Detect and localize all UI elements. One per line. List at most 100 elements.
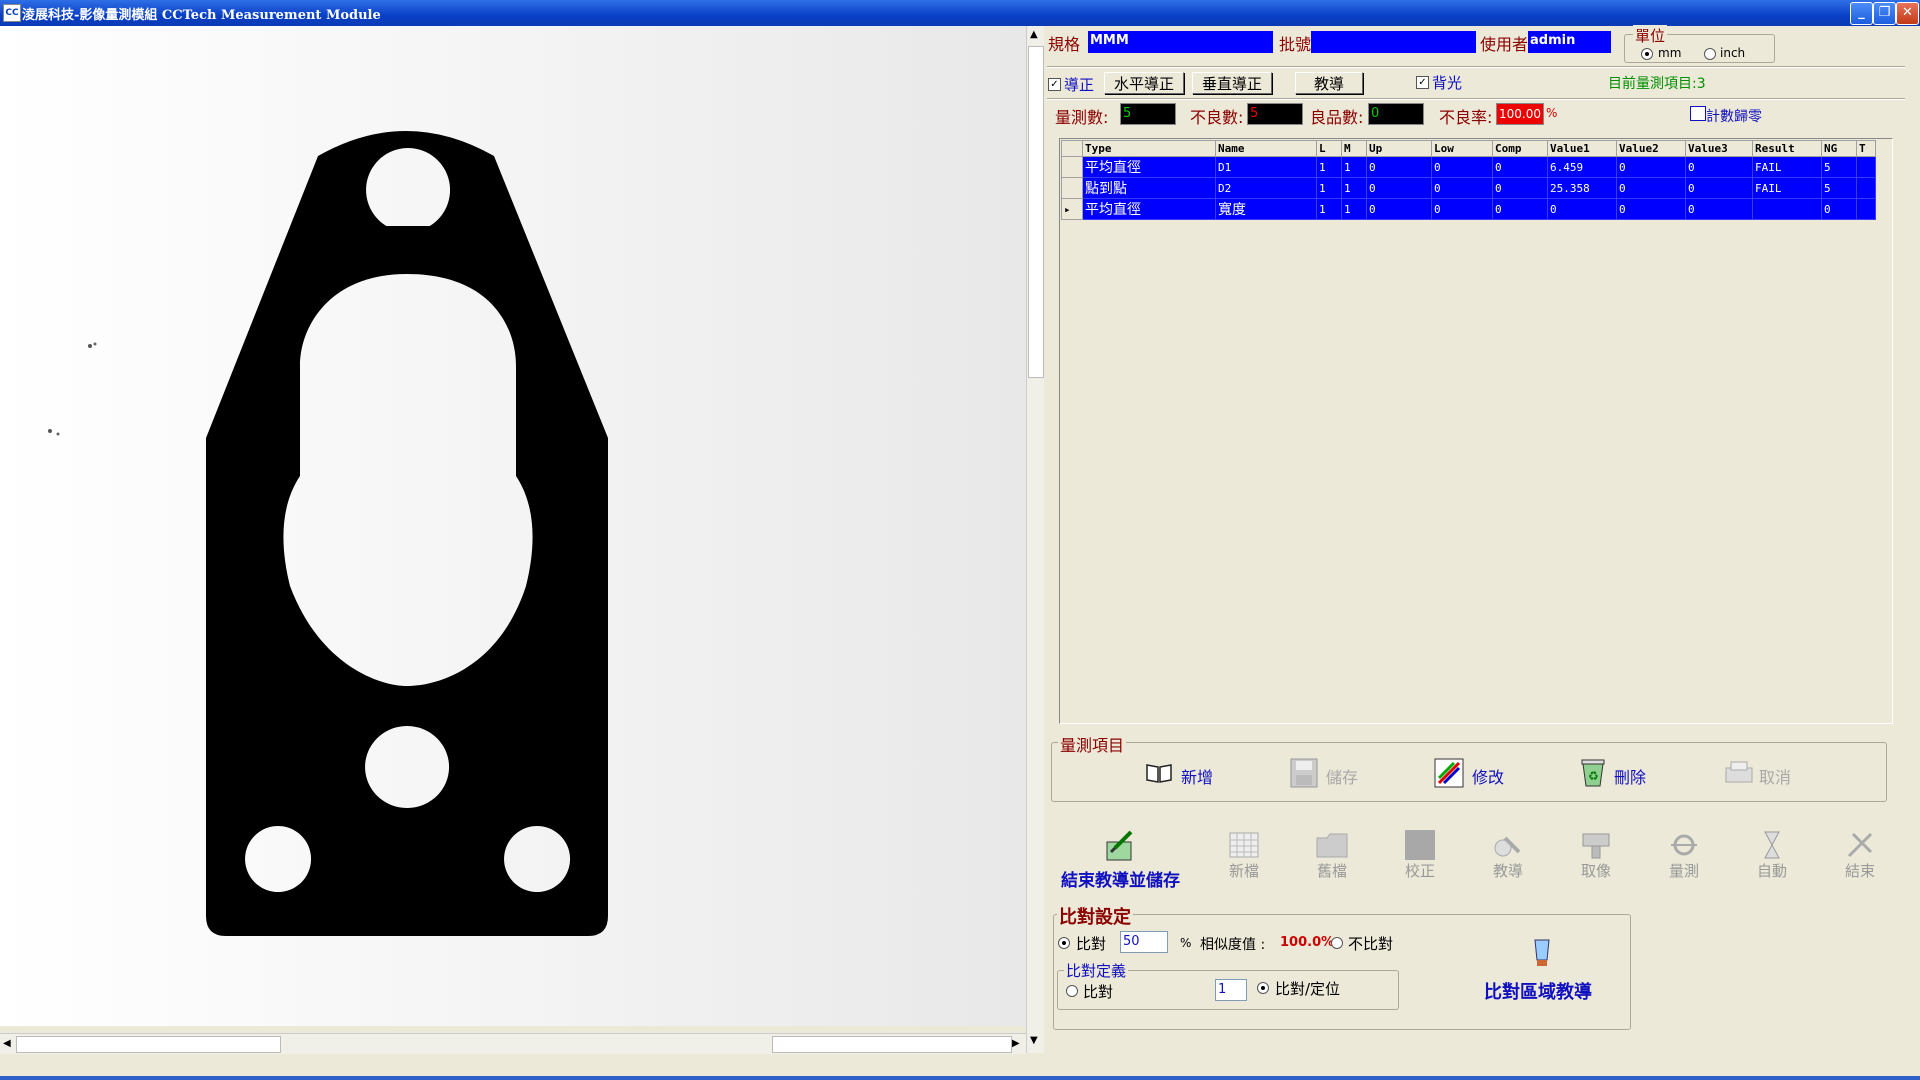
scroll-right-icon[interactable]: ▶: [1012, 1038, 1020, 1049]
define-compare-radio[interactable]: [1066, 985, 1078, 997]
measure-tool[interactable]: 量測: [1664, 830, 1704, 881]
measurement-grid[interactable]: Type Name L M Up Low Comp Value1 Value2 …: [1059, 138, 1893, 724]
col-name[interactable]: Name: [1215, 140, 1317, 157]
minimize-button[interactable]: _: [1850, 2, 1873, 25]
row-header[interactable]: [1061, 177, 1083, 199]
save-item-button[interactable]: 儲存: [1326, 764, 1358, 788]
scroll-down-icon[interactable]: ▼: [1030, 1035, 1038, 1046]
cell-type[interactable]: 點到點: [1082, 177, 1216, 199]
vertical-align-button[interactable]: 垂直導正: [1192, 72, 1272, 94]
reset-count-button[interactable]: 計數歸零: [1706, 106, 1762, 126]
cell-result[interactable]: FAIL: [1752, 156, 1822, 178]
measure-count-field[interactable]: 5: [1120, 103, 1176, 125]
col-value2[interactable]: Value2: [1616, 140, 1686, 157]
book-icon[interactable]: [1145, 762, 1173, 784]
horizontal-scroll-thumb[interactable]: [16, 1036, 281, 1053]
cell-comp[interactable]: 0: [1492, 198, 1548, 220]
end-teach-save-button[interactable]: 結束教導並儲存: [1061, 866, 1180, 891]
cell-m[interactable]: 1: [1341, 156, 1367, 178]
new-file-tool[interactable]: 新檔: [1224, 830, 1264, 881]
region-teach-button[interactable]: 比對區域教導: [1484, 978, 1592, 1004]
cell-result[interactable]: FAIL: [1752, 177, 1822, 199]
col-type[interactable]: Type: [1082, 140, 1216, 157]
cell-value1[interactable]: 25.358: [1547, 177, 1617, 199]
cell-ng[interactable]: 5: [1821, 156, 1857, 178]
col-t[interactable]: T: [1856, 140, 1876, 157]
table-row[interactable]: 點到點 D2 1 1 0 0 0 25.358 0 0 FAIL 5: [1061, 177, 1876, 199]
capture-tool[interactable]: 取像: [1576, 830, 1616, 881]
user-field[interactable]: admin: [1528, 31, 1611, 53]
cell-name[interactable]: D2: [1215, 177, 1317, 199]
col-value3[interactable]: Value3: [1685, 140, 1753, 157]
no-compare-radio[interactable]: [1331, 937, 1343, 949]
cell-value1[interactable]: 6.459: [1547, 156, 1617, 178]
end-teach-save-icon[interactable]: [1105, 830, 1135, 862]
col-l[interactable]: L: [1316, 140, 1342, 157]
cell-value2[interactable]: 0: [1616, 156, 1686, 178]
cell-low[interactable]: 0: [1431, 198, 1493, 220]
row-header[interactable]: [1061, 156, 1083, 178]
calibrate-tool[interactable]: 校正: [1400, 830, 1440, 881]
table-row[interactable]: 平均直徑 D1 1 1 0 0 0 6.459 0 0 FAIL 5: [1061, 156, 1876, 178]
image-viewer[interactable]: [0, 26, 1026, 1026]
old-file-tool[interactable]: 舊檔: [1312, 830, 1352, 881]
viewer-horizontal-scrollbar[interactable]: ◀ ▶: [0, 1033, 1026, 1054]
batch-field[interactable]: [1311, 31, 1476, 53]
delete-item-button[interactable]: 刪除: [1614, 764, 1646, 788]
cell-value3[interactable]: 0: [1685, 198, 1753, 220]
cell-t[interactable]: [1856, 177, 1876, 199]
region-teach-icon[interactable]: [1530, 938, 1554, 970]
cell-type[interactable]: 平均直徑: [1082, 198, 1216, 220]
cell-value3[interactable]: 0: [1685, 177, 1753, 199]
unit-mm-radio[interactable]: [1641, 48, 1653, 60]
cell-m[interactable]: 1: [1341, 177, 1367, 199]
col-value1[interactable]: Value1: [1547, 140, 1617, 157]
cell-low[interactable]: 0: [1431, 156, 1493, 178]
cell-value1[interactable]: 0: [1547, 198, 1617, 220]
exit-tool[interactable]: 結束: [1840, 830, 1880, 881]
col-result[interactable]: Result: [1752, 140, 1822, 157]
unit-inch-radio[interactable]: [1704, 48, 1716, 60]
recycle-bin-icon[interactable]: ♻: [1580, 758, 1606, 788]
teach-tool[interactable]: 教導: [1488, 830, 1528, 881]
horizontal-align-button[interactable]: 水平導正: [1104, 72, 1184, 94]
cell-type[interactable]: 平均直徑: [1082, 156, 1216, 178]
close-button[interactable]: ✕: [1896, 2, 1919, 25]
modify-pencils-icon[interactable]: [1434, 758, 1464, 788]
good-count-field[interactable]: 0: [1368, 103, 1424, 125]
vertical-scroll-thumb[interactable]: [1028, 46, 1044, 378]
cell-comp[interactable]: 0: [1492, 156, 1548, 178]
bad-rate-field[interactable]: 100.00: [1496, 103, 1544, 125]
scroll-up-icon[interactable]: ▲: [1030, 29, 1038, 40]
backlight-checkbox[interactable]: ✓: [1416, 76, 1429, 89]
modify-item-button[interactable]: 修改: [1472, 764, 1504, 788]
cell-comp[interactable]: 0: [1492, 177, 1548, 199]
maximize-button[interactable]: ❐: [1873, 2, 1896, 25]
cell-up[interactable]: 0: [1366, 177, 1432, 199]
align-checkbox[interactable]: ✓: [1048, 78, 1061, 91]
col-ng[interactable]: NG: [1821, 140, 1857, 157]
define-value-input[interactable]: 1: [1215, 979, 1247, 1001]
col-up[interactable]: Up: [1366, 140, 1432, 157]
cancel-item-button[interactable]: 取消: [1759, 764, 1791, 788]
cell-ng[interactable]: 0: [1821, 198, 1857, 220]
table-row[interactable]: ▸ 平均直徑 寬度 1 1 0 0 0 0 0 0 0: [1061, 198, 1876, 220]
col-low[interactable]: Low: [1431, 140, 1493, 157]
cell-name[interactable]: 寬度: [1215, 198, 1317, 220]
cell-value2[interactable]: 0: [1616, 198, 1686, 220]
row-header-current[interactable]: ▸: [1061, 198, 1083, 220]
add-item-button[interactable]: 新增: [1181, 764, 1213, 788]
reset-count-icon[interactable]: [1690, 106, 1706, 121]
auto-tool[interactable]: 自動: [1752, 830, 1792, 881]
cell-value2[interactable]: 0: [1616, 177, 1686, 199]
cell-value3[interactable]: 0: [1685, 156, 1753, 178]
cell-up[interactable]: 0: [1366, 198, 1432, 220]
cell-t[interactable]: [1856, 198, 1876, 220]
compare-radio[interactable]: [1058, 937, 1070, 949]
cell-l[interactable]: 1: [1316, 198, 1342, 220]
cell-ng[interactable]: 5: [1821, 177, 1857, 199]
bad-count-field[interactable]: 5: [1247, 103, 1303, 125]
cell-t[interactable]: [1856, 156, 1876, 178]
cell-l[interactable]: 1: [1316, 177, 1342, 199]
cell-l[interactable]: 1: [1316, 156, 1342, 178]
